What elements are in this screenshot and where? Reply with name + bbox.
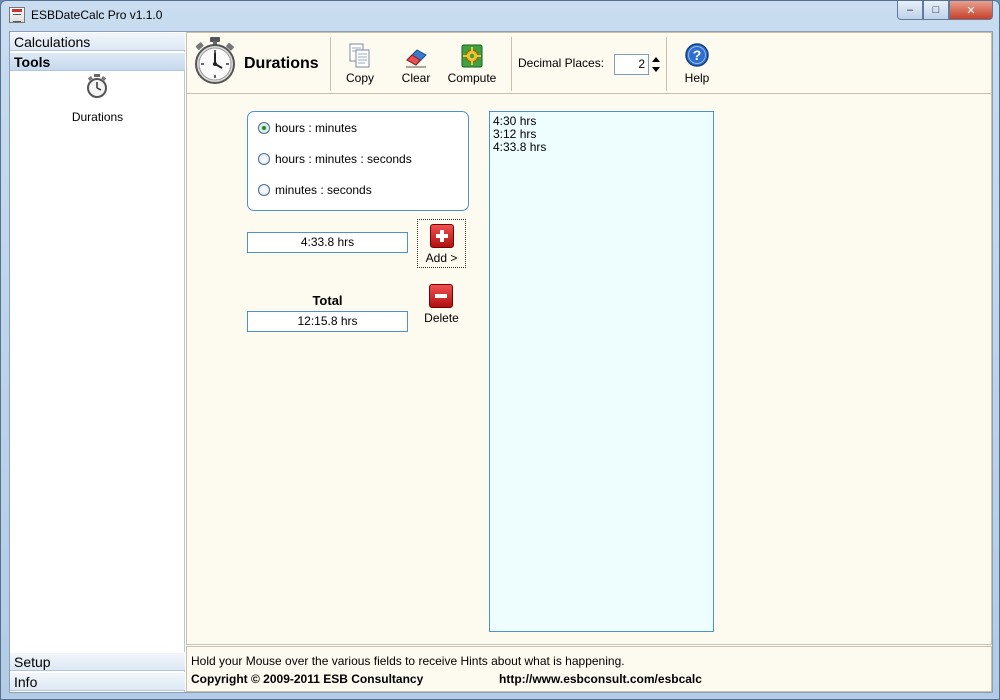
add-label: Add > xyxy=(425,251,458,265)
copy-label: Copy xyxy=(345,71,374,85)
minus-icon xyxy=(429,284,453,308)
spin-up-icon[interactable] xyxy=(652,57,660,62)
svg-text:?: ? xyxy=(693,47,702,63)
stopwatch-icon xyxy=(193,37,237,88)
decimal-places-label: Decimal Places: xyxy=(518,56,605,70)
format-option-label: hours : minutes xyxy=(275,121,358,135)
nav-tool-durations[interactable]: Durations xyxy=(10,110,185,124)
durations-content: hours : minutes hours : minutes : second… xyxy=(187,95,991,644)
decimal-places-spinner[interactable] xyxy=(651,54,661,75)
durations-list[interactable]: 4:30 hrs 3:12 hrs 4:33.8 hrs xyxy=(489,111,714,632)
delete-label: Delete xyxy=(424,311,459,325)
stopwatch-icon[interactable] xyxy=(86,74,108,101)
window-title: ESBDateCalc Pro v1.1.0 xyxy=(31,8,163,22)
nav-section-info[interactable]: Info xyxy=(10,672,185,691)
radio-button[interactable] xyxy=(258,184,270,196)
toolbar-divider xyxy=(666,37,667,91)
help-button[interactable]: ? Help xyxy=(671,41,723,87)
compute-button[interactable]: Compute xyxy=(446,41,498,87)
minimize-button[interactable]: – xyxy=(897,1,923,20)
copyright-text: Copyright © 2009-2011 ESB Consultancy xyxy=(191,672,424,686)
toolbar: Durations Copy Clear Compute Decimal Pla… xyxy=(187,33,991,94)
spin-down-icon[interactable] xyxy=(652,67,660,72)
compute-label: Compute xyxy=(447,71,497,85)
hint-text: Hold your Mouse over the various fields … xyxy=(191,654,625,668)
format-option-hours-minutes-seconds[interactable]: hours : minutes : seconds xyxy=(258,151,412,167)
format-option-label: hours : minutes : seconds xyxy=(275,152,412,166)
plus-icon xyxy=(430,224,454,248)
close-button[interactable]: ✕ xyxy=(949,1,993,20)
list-item[interactable]: 4:33.8 hrs xyxy=(493,141,710,154)
total-label: Total xyxy=(312,293,343,308)
calendar-icon xyxy=(9,7,25,23)
format-radio-group: hours : minutes hours : minutes : second… xyxy=(247,111,469,211)
radio-button[interactable] xyxy=(258,153,270,165)
maximize-button[interactable]: □ xyxy=(923,1,949,20)
help-label: Help xyxy=(684,71,710,85)
delete-button[interactable]: Delete xyxy=(417,280,466,329)
clear-label: Clear xyxy=(401,71,431,85)
nav-section-setup[interactable]: Setup xyxy=(10,652,185,671)
toolbar-divider xyxy=(511,37,512,91)
window-controls: – □ ✕ xyxy=(897,1,993,20)
copy-button[interactable]: Copy xyxy=(334,41,386,87)
radio-button[interactable] xyxy=(258,122,270,134)
duration-entry-input[interactable]: 4:33.8 hrs xyxy=(247,232,408,253)
decimal-places-input[interactable]: 2 xyxy=(614,54,649,75)
toolbar-divider xyxy=(330,37,331,91)
nav-section-tools[interactable]: Tools xyxy=(10,52,185,71)
title-bar[interactable]: ESBDateCalc Pro v1.1.0 – □ ✕ xyxy=(1,1,999,29)
format-option-label: minutes : seconds xyxy=(275,183,372,197)
total-output: 12:15.8 hrs xyxy=(247,311,408,332)
nav-section-calculations[interactable]: Calculations xyxy=(10,32,185,51)
client-area: Calculations Tools Durations Setup Info xyxy=(9,31,993,693)
app-window: ESBDateCalc Pro v1.1.0 – □ ✕ Calculation… xyxy=(0,0,1000,700)
clear-button[interactable]: Clear xyxy=(390,41,442,87)
add-button[interactable]: Add > xyxy=(417,219,466,268)
main-panel: Durations Copy Clear Compute Decimal Pla… xyxy=(186,32,992,645)
format-option-hours-minutes[interactable]: hours : minutes xyxy=(258,120,357,136)
side-nav: Calculations Tools Durations Setup Info xyxy=(10,32,185,692)
status-bar: Hold your Mouse over the various fields … xyxy=(186,646,992,692)
page-title: Durations xyxy=(244,55,319,72)
website-link[interactable]: http://www.esbconsult.com/esbcalc xyxy=(499,672,702,686)
format-option-minutes-seconds[interactable]: minutes : seconds xyxy=(258,182,372,198)
